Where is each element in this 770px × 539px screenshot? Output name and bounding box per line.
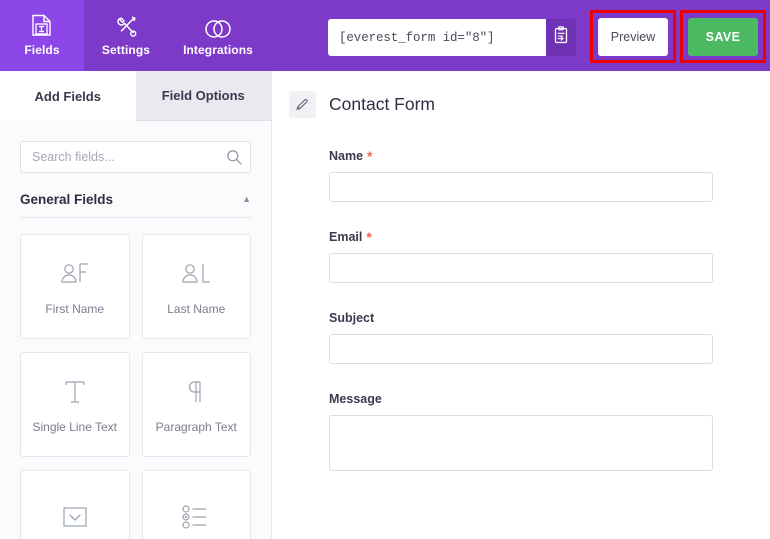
search-fields-wrap <box>20 141 251 173</box>
form-fields-list: Name * Email * Subject Message <box>272 118 770 476</box>
save-button[interactable]: SAVE <box>688 18 758 56</box>
nav-tab-settings[interactable]: Settings <box>84 0 168 71</box>
search-input[interactable] <box>20 141 251 173</box>
form-field-message-label: Message <box>329 392 382 406</box>
radio-list-icon <box>179 500 213 534</box>
form-field-subject-label-row: Subject <box>329 311 713 325</box>
field-card-last-name-label: Last Name <box>167 302 226 316</box>
sidebar-body: General Fields ▲ First Name <box>0 141 271 539</box>
person-f-icon <box>58 257 92 291</box>
clipboard-copy-icon <box>553 25 570 50</box>
chevron-up-icon[interactable]: ▲ <box>242 195 251 204</box>
tab-add-fields-label: Add Fields <box>34 88 101 104</box>
field-card-dropdown[interactable] <box>20 470 130 539</box>
left-sidebar: Add Fields Field Options General Fields … <box>0 71 272 539</box>
required-asterisk-icon: * <box>367 148 373 164</box>
page-title: Contact Form <box>329 94 435 114</box>
field-card-paragraph-text-label: Paragraph Text <box>155 420 237 434</box>
copy-shortcode-button[interactable] <box>546 19 576 56</box>
pencil-icon[interactable] <box>289 91 316 118</box>
shortcode-zone <box>328 19 576 56</box>
name-input[interactable] <box>329 172 713 202</box>
search-icon[interactable] <box>225 148 242 165</box>
field-cards-grid: First Name Last Name Single Line Text Pa… <box>20 234 251 539</box>
form-field-name-label-row: Name * <box>329 149 713 163</box>
dropdown-chevron-box-icon <box>60 500 90 534</box>
form-field-subject[interactable]: Subject <box>329 311 713 364</box>
field-card-multiple-choice[interactable] <box>141 470 251 539</box>
field-card-first-name[interactable]: First Name <box>20 234 130 339</box>
section-general-fields[interactable]: General Fields ▲ <box>20 192 251 218</box>
tab-field-options-label: Field Options <box>161 88 245 103</box>
shortcode-input[interactable] <box>328 19 546 56</box>
form-field-subject-label: Subject <box>329 311 375 325</box>
form-preview-panel: Contact Form Name * Email * Subject Mess… <box>272 71 770 539</box>
form-title-row: Contact Form <box>272 71 770 118</box>
form-field-message[interactable]: Message <box>329 392 713 476</box>
venn-circles-icon <box>202 14 234 40</box>
nav-tab-fields-label: Fields <box>24 43 60 57</box>
subject-input[interactable] <box>329 334 713 364</box>
field-card-single-line-text-label: Single Line Text <box>32 420 117 434</box>
field-card-first-name-label: First Name <box>45 302 105 316</box>
top-header: Fields Settings Integrations [everest_fo… <box>0 0 770 71</box>
form-builder-app: Fields Settings Integrations [everest_fo… <box>0 0 770 539</box>
required-asterisk-icon: * <box>366 229 372 245</box>
nav-tab-fields[interactable]: Fields <box>0 0 84 71</box>
tab-add-fields[interactable]: Add Fields <box>0 71 136 121</box>
letter-t-icon <box>60 375 90 409</box>
sidebar-tabs: Add Fields Field Options <box>0 71 271 121</box>
nav-tab-integrations-label: Integrations <box>183 43 253 57</box>
fields-document-icon <box>30 14 54 40</box>
preview-button[interactable]: Preview <box>598 18 668 56</box>
form-field-email-label: Email <box>329 230 363 244</box>
email-input[interactable] <box>329 253 713 283</box>
wrench-screwdriver-icon <box>113 14 139 40</box>
person-l-icon <box>179 257 213 291</box>
form-field-email-label-row: Email * <box>329 230 713 244</box>
form-field-name-label: Name <box>329 149 364 163</box>
nav-tab-integrations[interactable]: Integrations <box>168 0 268 71</box>
message-textarea[interactable] <box>329 415 713 471</box>
pilcrow-icon <box>181 375 211 409</box>
field-card-last-name[interactable]: Last Name <box>141 234 251 339</box>
form-field-name[interactable]: Name * <box>329 149 713 202</box>
tab-field-options[interactable]: Field Options <box>135 71 271 121</box>
section-general-fields-title: General Fields <box>20 192 114 207</box>
form-field-message-label-row: Message <box>329 392 713 406</box>
nav-tab-settings-label: Settings <box>101 43 151 57</box>
form-field-email[interactable]: Email * <box>329 230 713 283</box>
field-card-single-line-text[interactable]: Single Line Text <box>20 352 130 457</box>
header-nav-tabs: Fields Settings Integrations <box>0 0 268 71</box>
field-card-paragraph-text[interactable]: Paragraph Text <box>141 352 251 457</box>
